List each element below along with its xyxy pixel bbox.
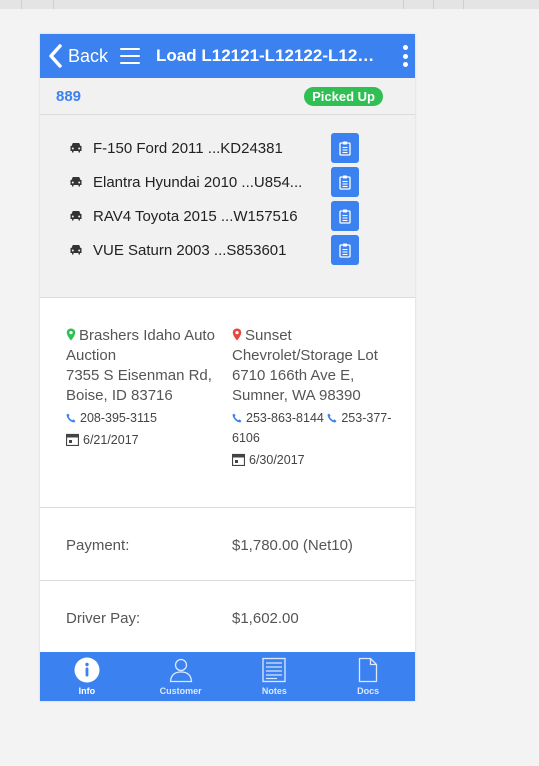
strip-divider: [463, 0, 464, 9]
pickup-city: Boise, ID 83716: [66, 387, 173, 404]
info-icon: [74, 657, 100, 683]
car-icon: [70, 143, 82, 153]
app-header: Back Load L12121-L12122-L12123-L12124: [40, 34, 415, 78]
strip-divider: [403, 0, 404, 9]
vehicle-label: F-150 Ford 2011 ...KD24381: [93, 139, 283, 157]
tab-info[interactable]: Info: [40, 652, 134, 701]
load-number: 889: [56, 87, 82, 105]
vehicle-inspection-button[interactable]: [331, 235, 359, 265]
strip-divider: [53, 0, 54, 9]
back-button[interactable]: Back: [40, 34, 108, 78]
delivery-phone-1-number: 253-863-8144: [246, 411, 324, 425]
payment-label: Payment:: [66, 537, 130, 554]
vehicle-label: Elantra Hyundai 2010 ...U854...: [93, 173, 303, 191]
calendar-icon: [232, 453, 245, 466]
delivery-phone-1[interactable]: 253-863-8144: [232, 411, 324, 425]
car-icon: [70, 177, 82, 187]
page-title: Load L12121-L12122-L12123-L12124: [156, 46, 383, 65]
mobile-app-frame: Back Load L12121-L12122-L12123-L12124 88…: [40, 34, 415, 701]
payment-row: Payment: $1,780.00 (Net10): [40, 508, 415, 581]
pickup-phone-number: 208-395-3115: [80, 411, 157, 425]
vehicle-item: F-150 Ford 2011 ...KD24381: [40, 131, 415, 165]
map-pin-icon: [232, 328, 242, 341]
clipboard-icon: [339, 209, 351, 224]
status-badge: Picked Up: [304, 86, 383, 106]
clipboard-icon: [339, 141, 351, 156]
vehicle-inspection-button[interactable]: [331, 167, 359, 197]
phone-icon: [232, 413, 242, 423]
calendar-icon: [66, 433, 79, 446]
tab-notes[interactable]: Notes: [228, 652, 322, 701]
vehicle-label: VUE Saturn 2003 ...S853601: [93, 241, 287, 259]
phone-icon: [327, 413, 337, 423]
delivery-date: 6/30/2017: [232, 450, 392, 470]
tab-docs-label: Docs: [357, 686, 380, 696]
load-status-row: 889 Picked Up: [40, 78, 415, 115]
route-addresses: Brashers Idaho Auto Auction 7355 S Eisen…: [40, 298, 415, 508]
bottom-tab-bar: Info Customer Notes Docs: [40, 652, 415, 701]
pickup-street: 7355 S Eisenman Rd,: [66, 367, 212, 384]
payment-value: $1,780.00 (Net10): [232, 537, 353, 554]
pickup-name: Brashers Idaho Auto Auction: [66, 327, 215, 364]
tab-docs[interactable]: Docs: [321, 652, 415, 701]
hamburger-menu-icon[interactable]: [120, 48, 141, 64]
delivery-phones: 253-863-8144 253-377-6106: [232, 408, 392, 448]
chevron-left-icon: [49, 44, 62, 68]
pickup-date: 6/21/2017: [66, 430, 226, 450]
tab-notes-label: Notes: [261, 686, 287, 696]
delivery-address: Sunset Chevrolet/Storage Lot 6710 166th …: [232, 326, 392, 470]
tab-customer[interactable]: Customer: [134, 652, 228, 701]
car-icon: [70, 245, 82, 255]
map-pin-icon: [66, 328, 76, 341]
clipboard-icon: [339, 175, 351, 190]
delivery-date-value: 6/30/2017: [249, 453, 305, 467]
strip-divider: [21, 0, 22, 9]
delivery-city: Sumner, WA 98390: [232, 387, 361, 404]
more-options-icon[interactable]: [402, 45, 408, 67]
vehicle-inspection-button[interactable]: [331, 133, 359, 163]
strip-divider: [433, 0, 434, 9]
driver-pay-label: Driver Pay:: [66, 610, 141, 627]
browser-top-strip: [0, 0, 539, 9]
tab-customer-label: Customer: [159, 686, 202, 696]
pickup-address: Brashers Idaho Auto Auction 7355 S Eisen…: [66, 326, 226, 450]
driver-pay-value: $1,602.00: [232, 610, 299, 627]
vehicle-label: RAV4 Toyota 2015 ...W157516: [93, 207, 298, 225]
vehicle-inspection-button[interactable]: [331, 201, 359, 231]
vehicle-list: F-150 Ford 2011 ...KD24381 Elantra Hyund…: [40, 115, 415, 298]
delivery-street: 6710 166th Ave E,: [232, 367, 355, 384]
pickup-phone[interactable]: 208-395-3115: [66, 408, 226, 428]
vehicle-item: RAV4 Toyota 2015 ...W157516: [40, 199, 415, 233]
tab-info-label: Info: [78, 686, 96, 696]
clipboard-icon: [339, 243, 351, 258]
back-label: Back: [68, 45, 109, 66]
document-icon: [358, 657, 378, 683]
vehicle-item: Elantra Hyundai 2010 ...U854...: [40, 165, 415, 199]
driver-pay-row: Driver Pay: $1,602.00: [40, 581, 415, 654]
notes-icon: [262, 657, 287, 683]
vehicle-item: VUE Saturn 2003 ...S853601: [40, 233, 415, 267]
phone-icon: [66, 413, 76, 423]
car-icon: [70, 211, 82, 221]
user-icon: [169, 658, 192, 683]
delivery-name: Sunset Chevrolet/Storage Lot: [232, 327, 378, 364]
pickup-date-value: 6/21/2017: [83, 433, 139, 447]
